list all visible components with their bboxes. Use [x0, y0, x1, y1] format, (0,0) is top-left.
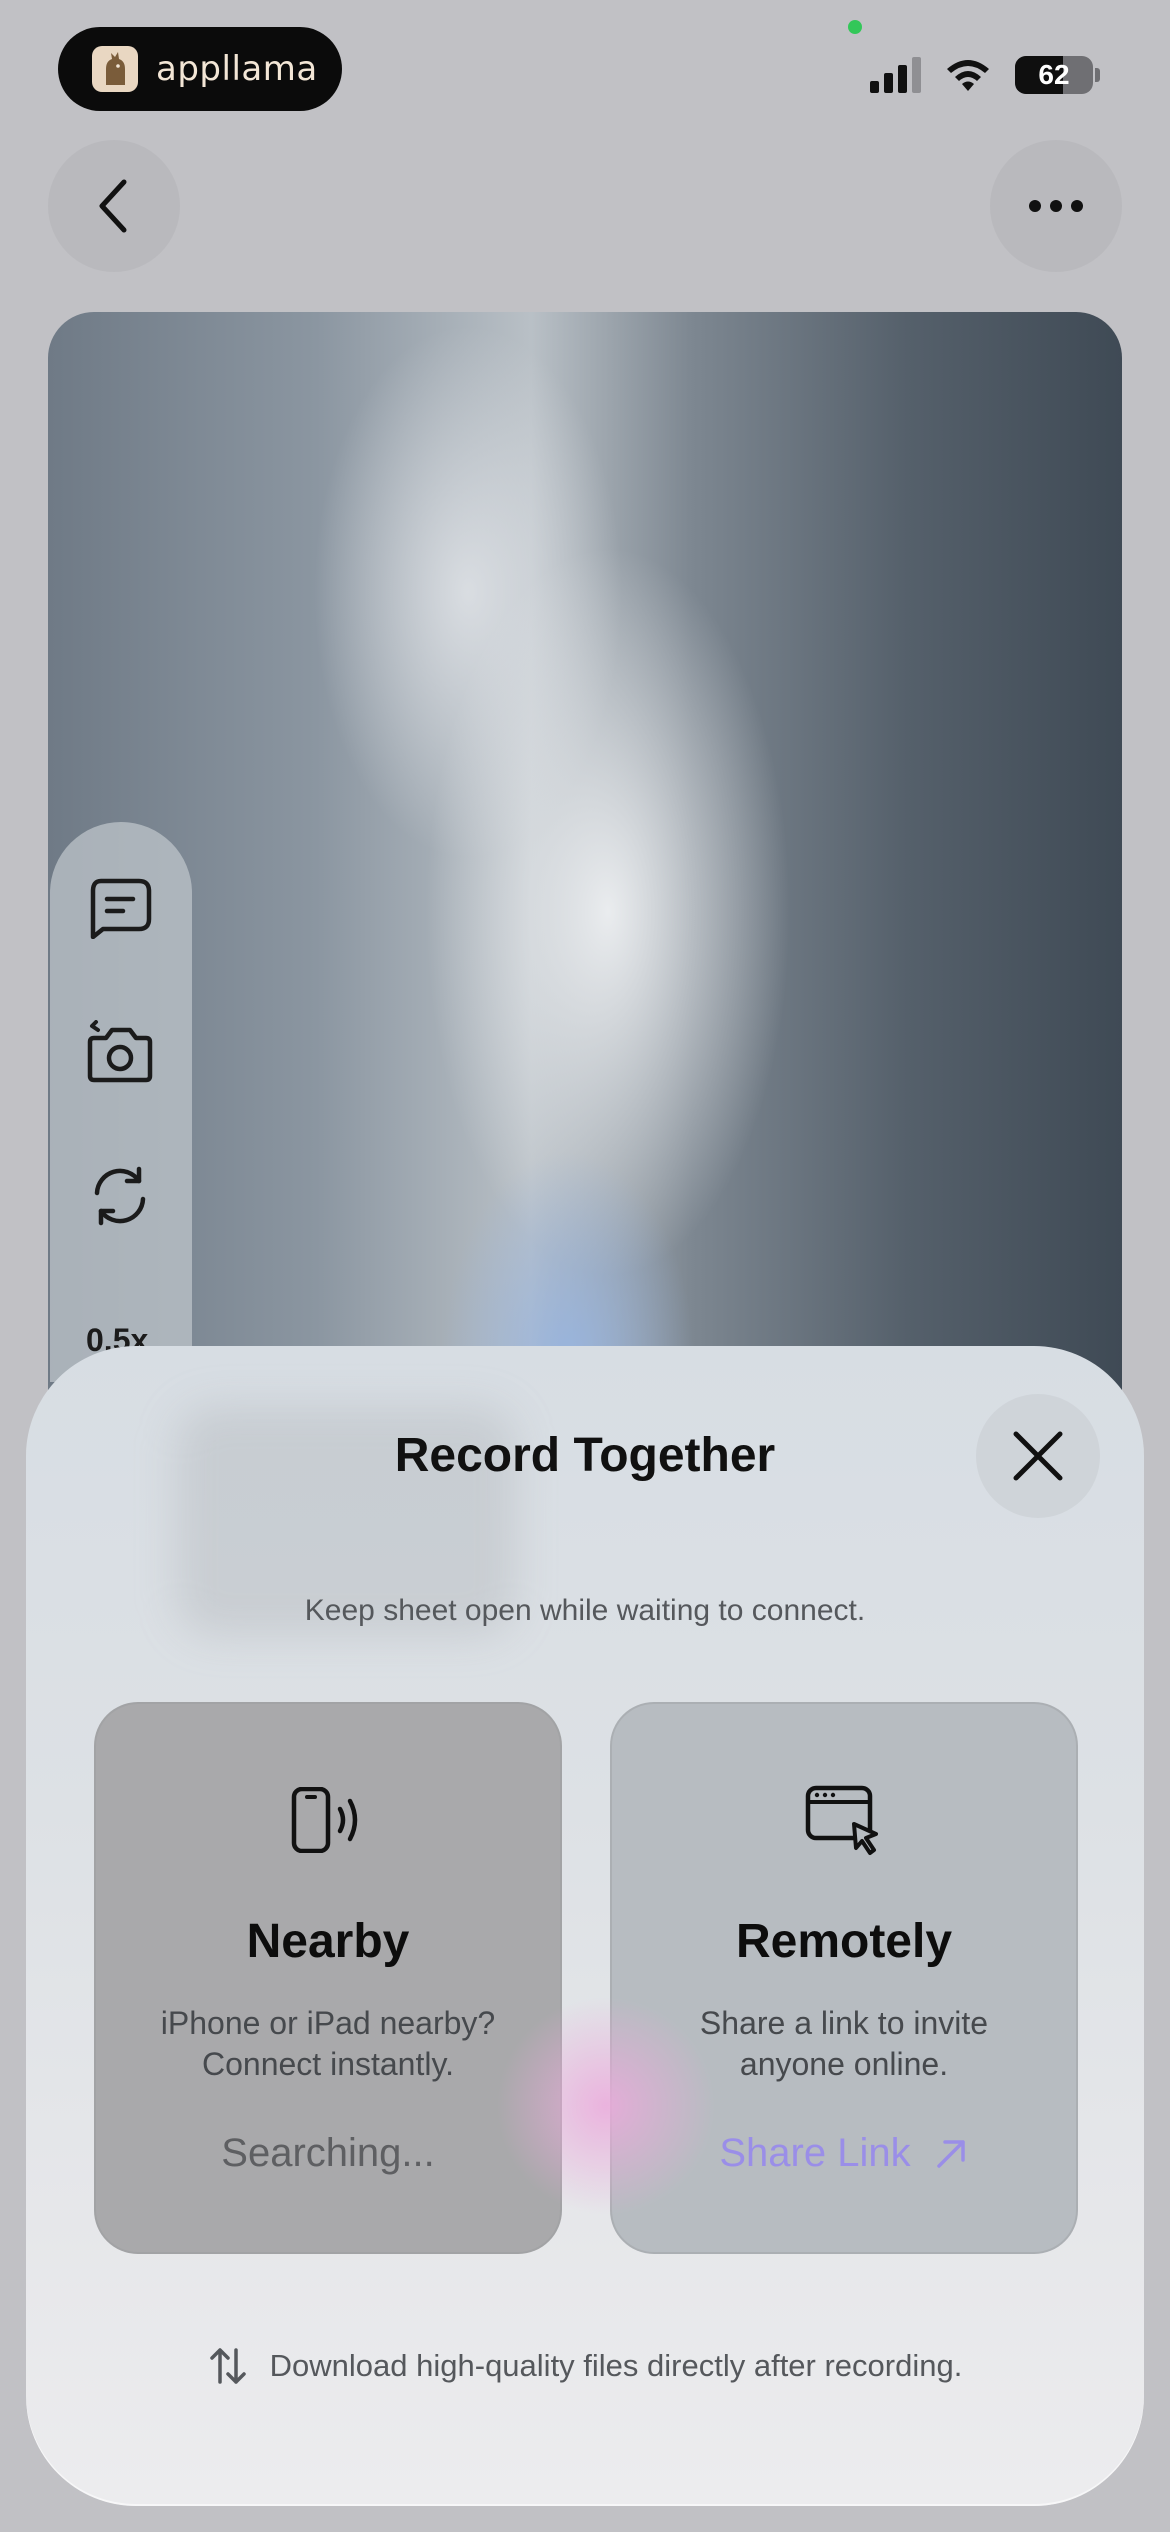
- camera-icon[interactable]: [84, 1016, 156, 1088]
- ellipsis-icon: [1029, 200, 1083, 212]
- llama-logo-icon: [92, 46, 138, 92]
- arrow-up-right-icon: [936, 2139, 965, 2168]
- nearby-description: iPhone or iPad nearby? Connect instantly…: [160, 2005, 496, 2082]
- more-button[interactable]: [990, 140, 1122, 272]
- close-button[interactable]: [976, 1394, 1100, 1518]
- battery-tip: [1095, 68, 1100, 82]
- sheet-subtitle: Keep sheet open while waiting to connect…: [304, 1594, 866, 1627]
- phone-wireless-icon: [288, 1780, 368, 1860]
- battery-level: 62: [1038, 59, 1070, 90]
- battery-icon: 62: [1015, 56, 1093, 94]
- camera-in-use-indicator: [848, 20, 862, 34]
- close-icon: [1013, 1431, 1063, 1481]
- camera-side-toolbar: 0.5x: [50, 822, 192, 1382]
- flip-camera-icon[interactable]: [84, 1160, 156, 1232]
- footer-text: Download high-quality files directly aft…: [269, 2348, 963, 2383]
- searching-status: Searching...: [221, 2131, 435, 2175]
- chat-icon[interactable]: [84, 872, 156, 944]
- footer-note: Download high-quality files directly aft…: [26, 2346, 1144, 2386]
- app-badge[interactable]: appllama: [58, 27, 342, 111]
- wifi-icon: [947, 60, 989, 91]
- share-link-button[interactable]: Share Link: [719, 2131, 968, 2176]
- remotely-title: Remotely: [735, 1915, 953, 1968]
- nearby-option-card[interactable]: Nearby iPhone or iPad nearby? Connect in…: [94, 1702, 562, 2254]
- touch-glow: [496, 1996, 716, 2216]
- chevron-left-icon: [99, 179, 127, 233]
- browser-cursor-icon: [804, 1780, 884, 1860]
- status-icons: 62: [870, 56, 1100, 94]
- nearby-title: Nearby: [246, 1915, 410, 1968]
- record-together-sheet: Record Together Keep sheet open while wa…: [26, 1346, 1144, 2506]
- app-name: appllama: [156, 49, 318, 89]
- back-button[interactable]: [48, 140, 180, 272]
- cellular-signal-icon: [870, 57, 921, 93]
- share-link-label: Share Link: [719, 2131, 911, 2175]
- transfer-arrows-icon: [209, 2348, 246, 2384]
